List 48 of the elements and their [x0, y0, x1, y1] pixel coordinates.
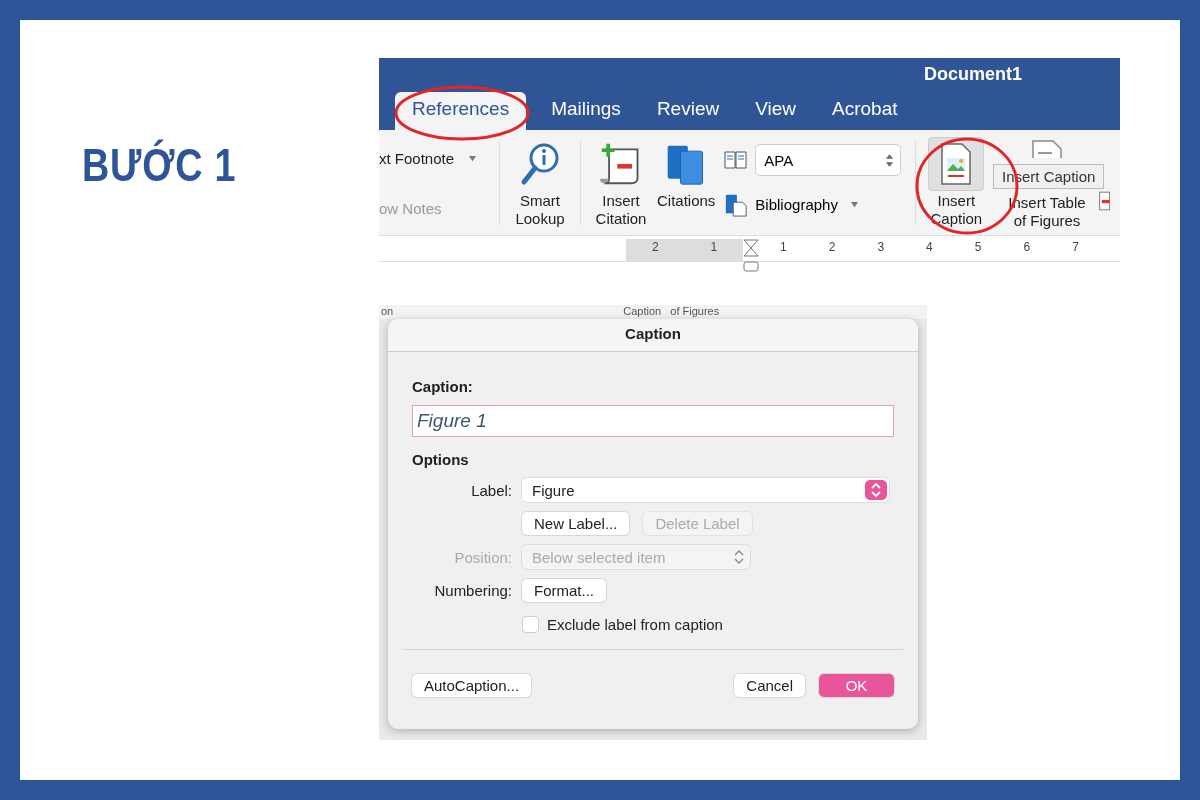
field-label: Position:: [453, 548, 512, 566]
caption-field[interactable]: Figure 1: [412, 405, 894, 437]
ruler-number: 7: [1072, 239, 1079, 256]
background-text: on: [380, 305, 394, 319]
options-heading: Options: [412, 451, 470, 468]
checkbox-label: Exclude label from caption: [547, 616, 723, 633]
ribbon-tab[interactable]: Acrobat: [815, 92, 915, 130]
stepper-icon: [865, 480, 887, 500]
ruler-number: 2: [828, 239, 836, 256]
ribbon-tab[interactable]: View: [738, 92, 814, 130]
ruler-number: 2: [651, 239, 659, 255]
label-select[interactable]: Figure: [522, 478, 889, 502]
dialog-button[interactable]: New Label...: [522, 512, 630, 535]
document-icon[interactable]: [1032, 140, 1062, 158]
caret-icon: [849, 201, 859, 209]
ruler-number: 5: [974, 239, 982, 256]
ruler-number: 1: [710, 239, 718, 255]
ruler-number: 1: [780, 239, 787, 256]
bibliography-button[interactable]: Bibliography: [755, 196, 838, 214]
window-title: Document1: [924, 63, 1022, 85]
dialog-title: Caption: [388, 319, 918, 352]
field-label: Numbering:: [433, 582, 512, 599]
step-heading: BƯỚC 1: [82, 138, 237, 192]
caption-label: Caption:: [412, 378, 474, 395]
dialog-button[interactable]: Cancel: [734, 674, 805, 697]
checkbox[interactable]: [522, 616, 539, 633]
smart-lookup-button[interactable]: Smart Lookup: [508, 130, 572, 235]
ribbon-button[interactable]: Citations: [653, 130, 720, 235]
book-page-icon: [723, 192, 750, 217]
footnote-button[interactable]: xt Footnote: [379, 150, 455, 167]
ribbon-tab[interactable]: References: [395, 92, 527, 130]
ribbon-tab[interactable]: Review: [639, 92, 737, 130]
image-page-icon[interactable]: [928, 137, 985, 191]
stepper-icon: [885, 152, 895, 168]
ribbon-tab[interactable]: Mailings: [534, 92, 638, 130]
indent-marker-icon[interactable]: [743, 239, 759, 273]
stepper-icon: [734, 549, 744, 565]
ruler-number: 6: [1023, 239, 1031, 256]
ruler-number: 3: [877, 239, 885, 256]
format-button[interactable]: Format...: [522, 579, 606, 602]
caret-icon: [468, 155, 478, 162]
ribbon-button[interactable]: Insert Citation: [589, 130, 653, 235]
document-strip-icon: [1097, 190, 1110, 212]
autocaption-button[interactable]: AutoCaption...: [412, 674, 532, 697]
style-select[interactable]: APA: [755, 144, 902, 177]
field-label: Label:: [470, 481, 512, 499]
background-text: Caption of Figures: [623, 305, 720, 319]
ruler-number: 4: [926, 239, 933, 256]
